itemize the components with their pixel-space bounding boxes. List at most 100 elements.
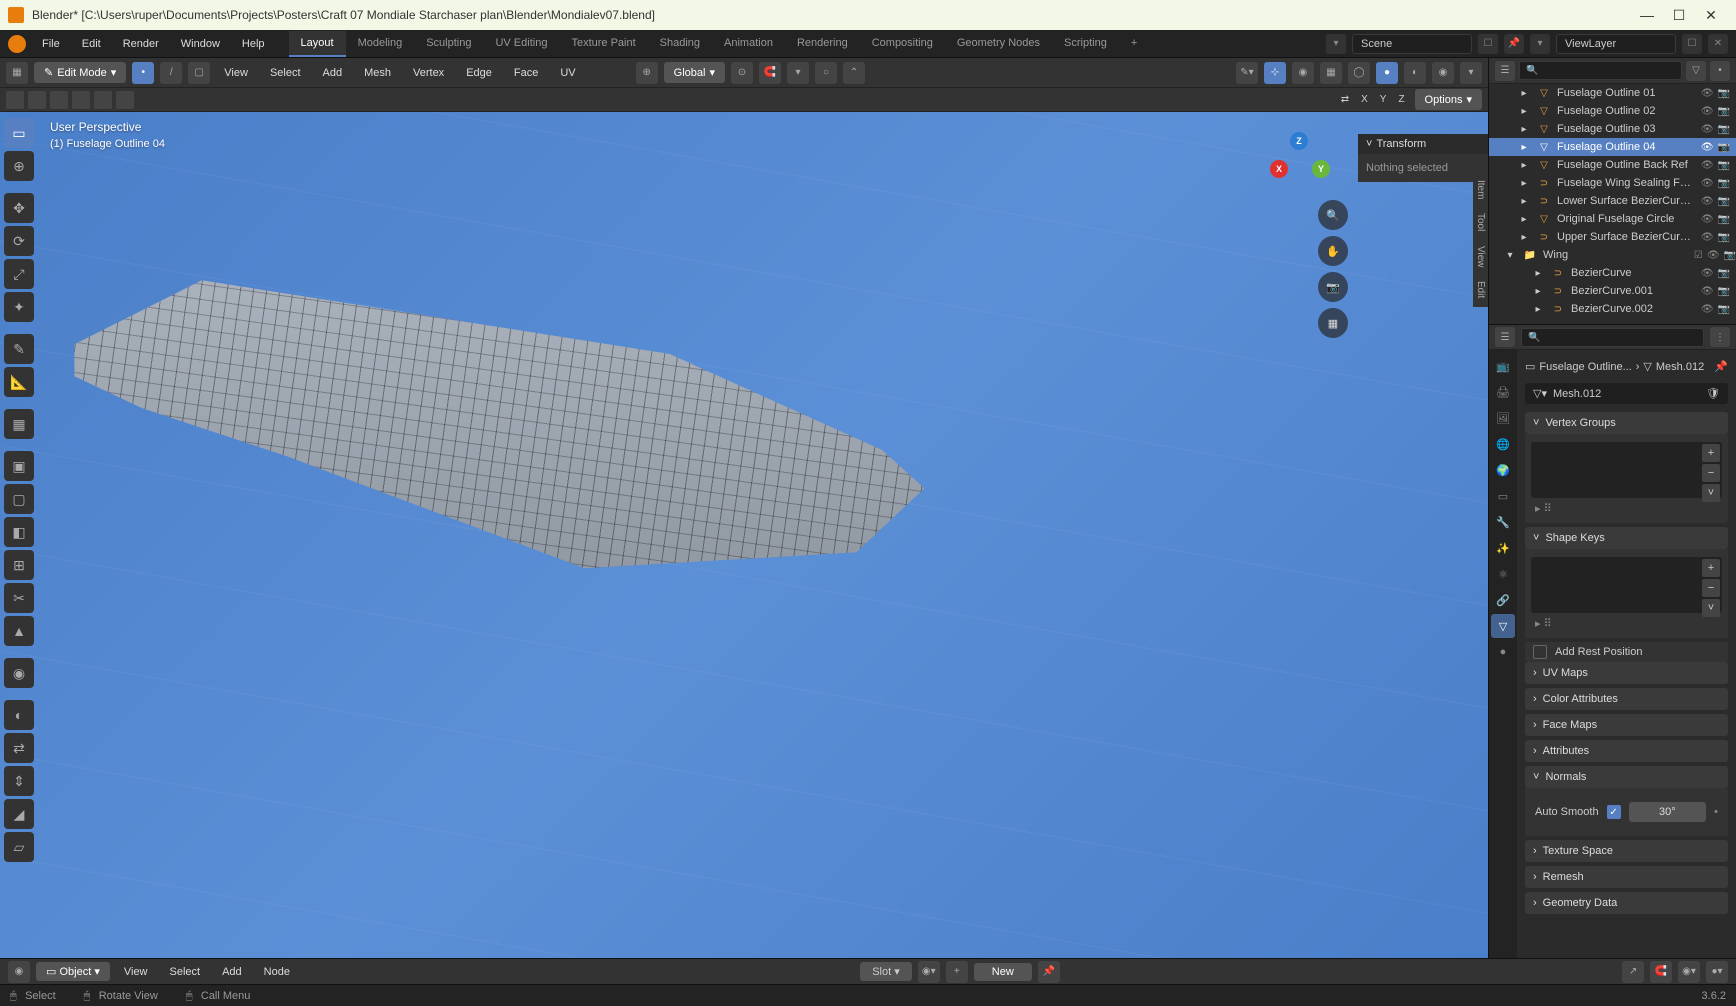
properties-editor-icon[interactable]: ☰ <box>1495 327 1515 347</box>
section-face-maps[interactable]: ›Face Maps <box>1525 714 1728 736</box>
outliner-item[interactable]: ▸▽Original Fuselage Circle👁📷 <box>1489 210 1736 228</box>
tool-rip-region[interactable]: ▱ <box>4 832 34 862</box>
viewlayer-remove-icon[interactable]: ✕ <box>1708 34 1728 54</box>
expand-icon[interactable]: ▸ <box>1517 158 1531 172</box>
camera-icon[interactable]: 📷 <box>1718 88 1730 99</box>
viewport-menu-add[interactable]: Add <box>315 62 351 84</box>
eye-icon[interactable]: 👁 <box>1701 124 1714 135</box>
tool-shrink-fatten[interactable]: ⇕ <box>4 766 34 796</box>
ptab-physics[interactable]: ⚛ <box>1491 562 1515 586</box>
axis-z-icon[interactable]: Z <box>1290 132 1308 150</box>
eye-icon[interactable]: 👁 <box>1707 250 1720 261</box>
transform-orientation-icon[interactable]: ⊕ <box>636 62 658 84</box>
expand-icon[interactable]: ▾ <box>1503 248 1517 262</box>
camera-icon[interactable]: 📷 <box>1718 142 1730 153</box>
viewlayer-browse-icon[interactable]: ▾ <box>1530 34 1550 54</box>
tool-inset-faces[interactable]: ▢ <box>4 484 34 514</box>
mirror-y[interactable]: Y <box>1374 91 1393 108</box>
outliner-new-collection-icon[interactable]: • <box>1710 61 1730 81</box>
vertex-groups-list[interactable]: + − ˅ <box>1531 442 1722 498</box>
eye-icon[interactable]: 👁 <box>1701 232 1714 243</box>
section-attributes[interactable]: ›Attributes <box>1525 740 1728 762</box>
maximize-button[interactable]: ☐ <box>1672 8 1686 22</box>
ptab-viewlayer[interactable]: 🖼 <box>1491 406 1515 430</box>
show-gizmo-icon[interactable]: ⊹ <box>1264 62 1286 84</box>
ptab-particles[interactable]: ✨ <box>1491 536 1515 560</box>
shape-keys-list[interactable]: + − ˅ <box>1531 557 1722 613</box>
add-rest-checkbox[interactable] <box>1533 645 1547 659</box>
expand-icon[interactable]: ▸ <box>1517 176 1531 190</box>
tool-edge-slide[interactable]: ⇄ <box>4 733 34 763</box>
vertex-select-mode[interactable]: • <box>132 62 154 84</box>
sk-menu-button[interactable]: ˅ <box>1702 599 1720 617</box>
auto-smooth-checkbox[interactable]: ✓ <box>1607 805 1621 819</box>
section-remesh[interactable]: ›Remesh <box>1525 866 1728 888</box>
face-select-mode[interactable]: ▢ <box>188 62 210 84</box>
node-editor-type-icon[interactable]: ◉ <box>8 961 30 983</box>
menu-window[interactable]: Window <box>171 32 230 56</box>
tab-geometry-nodes[interactable]: Geometry Nodes <box>945 31 1052 57</box>
camera-view-icon[interactable]: 📷 <box>1318 272 1348 302</box>
menu-edit[interactable]: Edit <box>72 32 111 56</box>
properties-options-icon[interactable]: ⋮ <box>1710 327 1730 347</box>
close-button[interactable]: ✕ <box>1704 8 1718 22</box>
tab-shading[interactable]: Shading <box>648 31 712 57</box>
sk-expand-icon[interactable]: ▸ ⠿ <box>1531 617 1722 630</box>
tool-extrude-region[interactable]: ▣ <box>4 451 34 481</box>
tool-select-box[interactable]: ▭ <box>4 118 34 148</box>
perspective-toggle-icon[interactable]: ▦ <box>1318 308 1348 338</box>
node-menu-view[interactable]: View <box>116 962 156 982</box>
outliner-item[interactable]: ▸⊃BezierCurve👁📷 <box>1489 264 1736 282</box>
section-uv-maps[interactable]: ›UV Maps <box>1525 662 1728 684</box>
viewport-menu-edge[interactable]: Edge <box>458 62 500 84</box>
camera-icon[interactable]: 📷 <box>1718 196 1730 207</box>
viewport-menu-mesh[interactable]: Mesh <box>356 62 399 84</box>
section-normals[interactable]: ˅Normals <box>1525 766 1728 788</box>
outliner-item[interactable]: ▸▽Fuselage Outline 03👁📷 <box>1489 120 1736 138</box>
eye-icon[interactable]: 👁 <box>1701 304 1714 315</box>
ptab-object[interactable]: ▭ <box>1491 484 1515 508</box>
camera-icon[interactable]: 📷 <box>1718 124 1730 135</box>
mirror-toggle-icon[interactable]: ⇄ <box>1335 91 1355 108</box>
node-menu-node[interactable]: Node <box>256 962 298 982</box>
show-overlays-icon[interactable]: ◉ <box>1292 62 1314 84</box>
expand-icon[interactable]: ▸ <box>1531 302 1545 316</box>
tool-poly-build[interactable]: ▲ <box>4 616 34 646</box>
scene-new-icon[interactable]: ☐ <box>1478 34 1498 54</box>
eye-icon[interactable]: 👁 <box>1701 268 1714 279</box>
camera-icon[interactable]: 📷 <box>1718 106 1730 117</box>
tab-add-workspace[interactable]: + <box>1119 31 1149 57</box>
expand-icon[interactable]: ▸ <box>1531 284 1545 298</box>
node-shading-icon[interactable]: ●▾ <box>1706 961 1728 983</box>
ptab-material[interactable]: ● <box>1491 640 1515 664</box>
tool-move[interactable]: ✥ <box>4 193 34 223</box>
select-box-icon[interactable] <box>6 91 24 109</box>
expand-icon[interactable]: ▸ <box>1517 194 1531 208</box>
camera-icon[interactable]: 📷 <box>1718 304 1730 315</box>
select-invert-icon[interactable] <box>94 91 112 109</box>
menu-help[interactable]: Help <box>232 32 275 56</box>
breadcrumb-mesh[interactable]: Mesh.012 <box>1656 361 1704 373</box>
fake-user-icon[interactable]: 🛡 <box>1706 387 1720 400</box>
tool-bevel[interactable]: ◧ <box>4 517 34 547</box>
expand-icon[interactable]: ▸ <box>1517 86 1531 100</box>
ptab-world[interactable]: 🌍 <box>1491 458 1515 482</box>
camera-icon[interactable]: 📷 <box>1724 250 1736 261</box>
proportional-edit-icon[interactable]: ○ <box>815 62 837 84</box>
tool-cursor[interactable]: ⊕ <box>4 151 34 181</box>
section-shape-keys[interactable]: ˅Shape Keys <box>1525 527 1728 549</box>
eye-icon[interactable]: 👁 <box>1701 196 1714 207</box>
blender-logo-icon[interactable] <box>8 35 26 53</box>
mirror-x[interactable]: X <box>1355 91 1374 108</box>
node-overlay-icon[interactable]: ◉▾ <box>1678 961 1700 983</box>
viewport-3d[interactable]: User Perspective (1) Fuselage Outline 04… <box>0 112 1488 958</box>
tab-modeling[interactable]: Modeling <box>346 31 415 57</box>
node-parent-icon[interactable]: ↗ <box>1622 961 1644 983</box>
expand-icon[interactable]: ▸ <box>1517 140 1531 154</box>
sk-add-button[interactable]: + <box>1702 559 1720 577</box>
vg-menu-button[interactable]: ˅ <box>1702 484 1720 502</box>
outliner-item[interactable]: ▸⊃BezierCurve.001👁📷 <box>1489 282 1736 300</box>
tool-shear[interactable]: ◢ <box>4 799 34 829</box>
options-dropdown[interactable]: Options ▾ <box>1415 89 1482 110</box>
vg-add-button[interactable]: + <box>1702 444 1720 462</box>
